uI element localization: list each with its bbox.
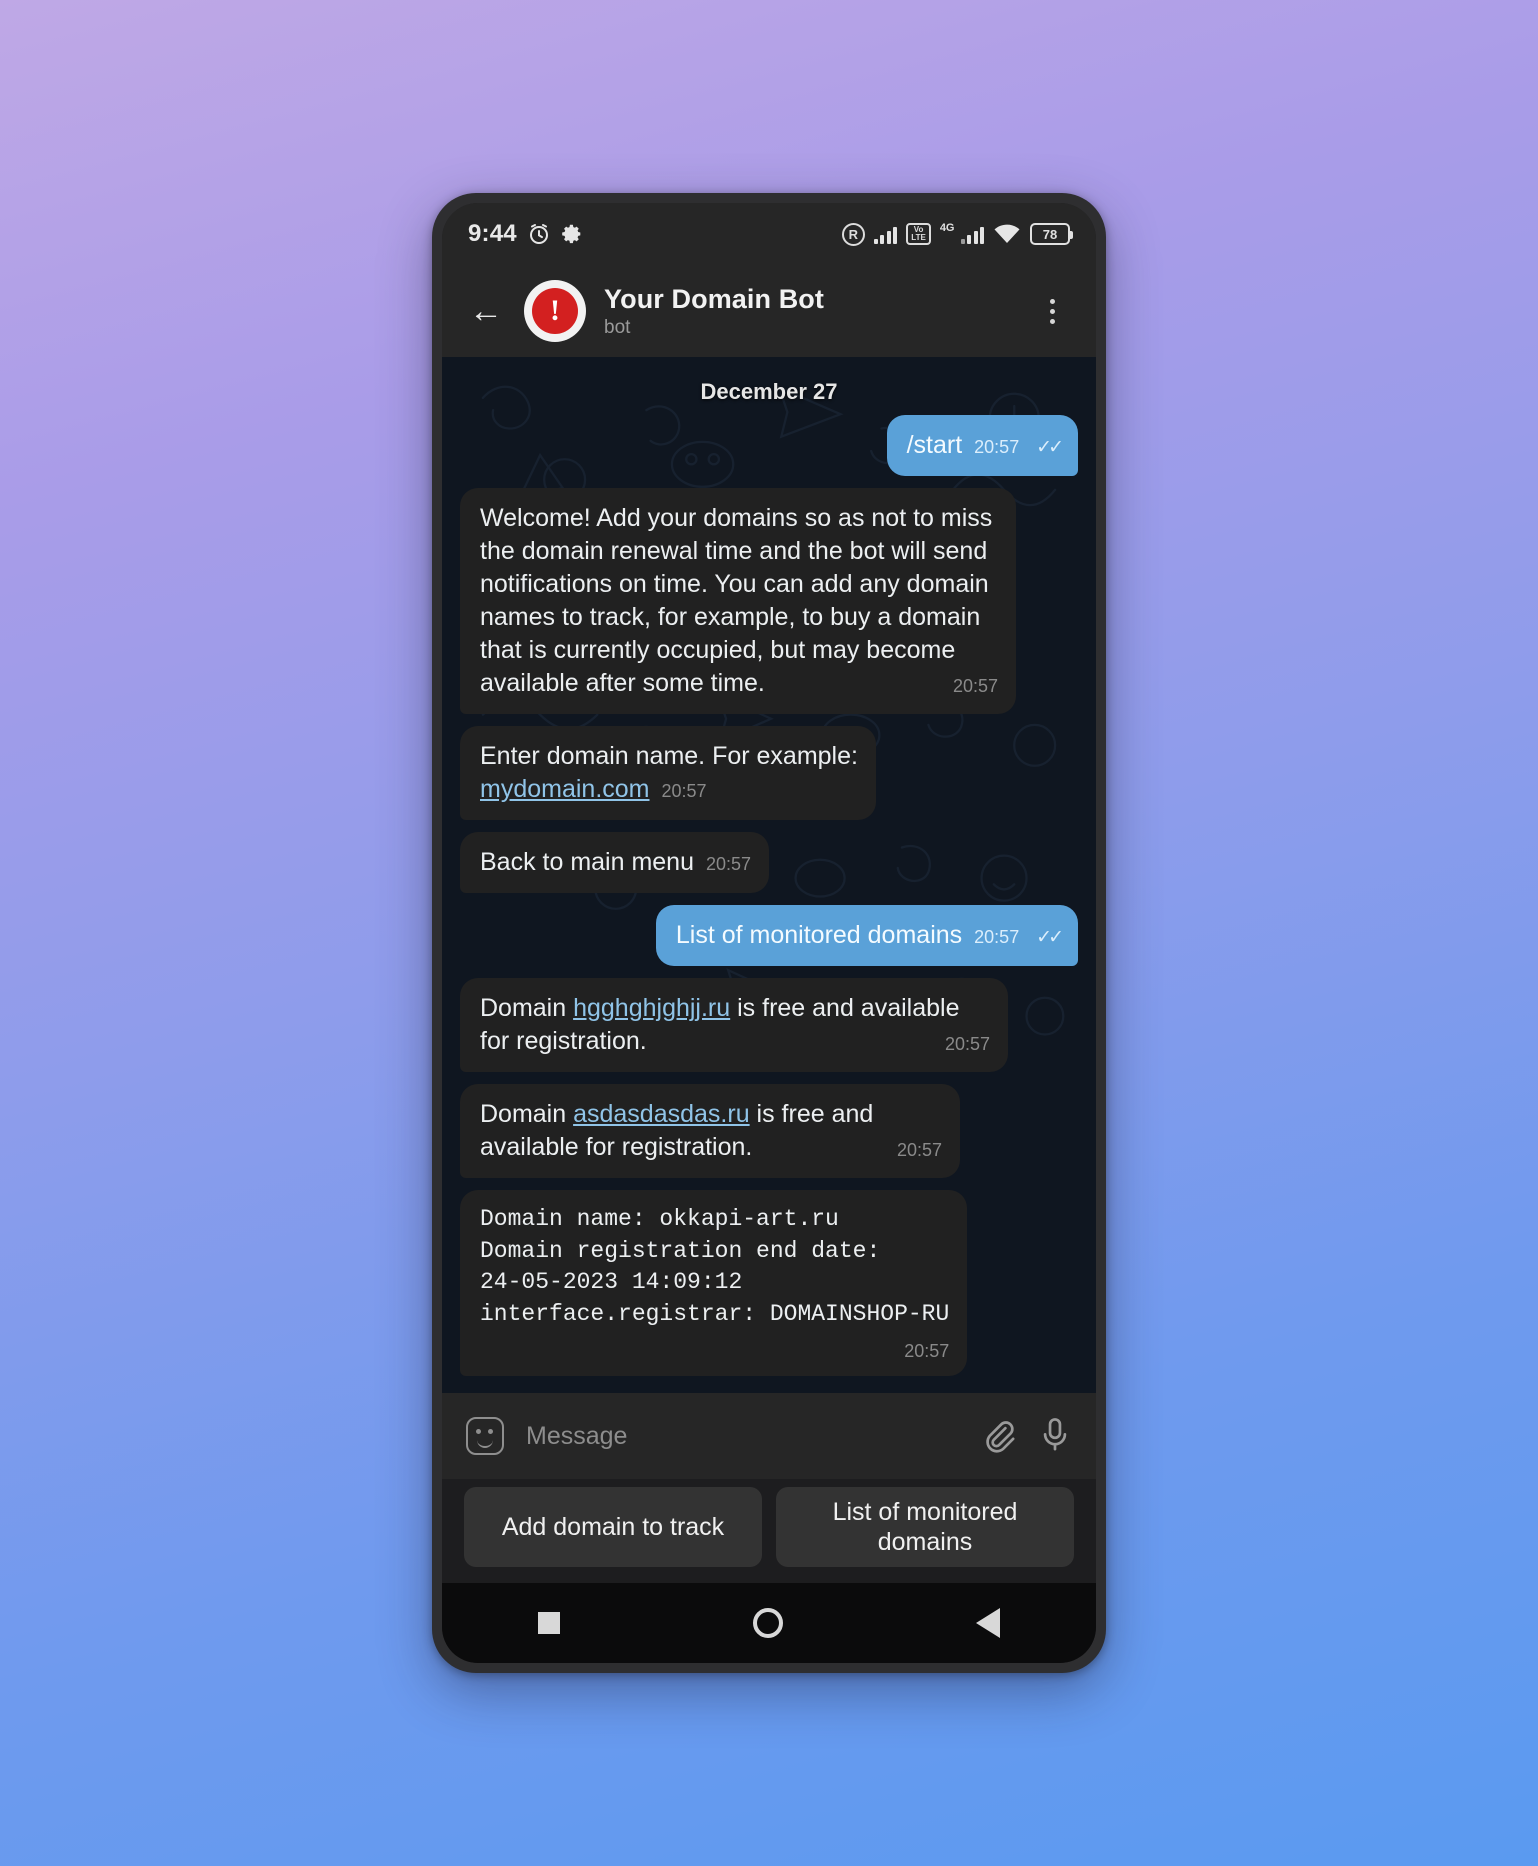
message-text: /start — [906, 431, 963, 459]
battery-icon: 78 — [1030, 223, 1073, 245]
message-row: Domain hgghghjghjj.ru is free and availa… — [460, 978, 1078, 1072]
message-row: Welcome! Add your domains so as not to m… — [460, 488, 1078, 714]
mono-line: Domain name: okkapi-art.ru — [480, 1206, 839, 1232]
message-input[interactable]: Message — [526, 1422, 960, 1451]
message-bubble-list-request[interactable]: List of monitored domains 20:57 ✓✓ — [655, 905, 1078, 966]
mono-line: 24-05-2023 14:09:12 — [480, 1269, 743, 1296]
message-row: /start 20:57 ✓✓ — [460, 415, 1078, 476]
list-domains-button[interactable]: List of monitored domains — [776, 1487, 1074, 1567]
message-bubble-domain-1[interactable]: Domain hgghghjghjj.ru is free and availa… — [460, 978, 1008, 1072]
gear-icon — [561, 222, 585, 246]
page-title: Your Domain Bot — [604, 283, 824, 314]
domain-link[interactable]: hgghghjghjj.ru — [573, 994, 730, 1022]
read-ticks-icon: ✓✓ — [1036, 437, 1064, 458]
message-text: Welcome! Add your domains so as not to m… — [480, 504, 993, 697]
message-time: 20:57 — [896, 1140, 942, 1160]
message-prefix: Domain — [480, 994, 574, 1022]
add-domain-button[interactable]: Add domain to track — [464, 1487, 762, 1567]
domain-link[interactable]: mydomain.com — [480, 775, 650, 803]
status-bar: 9:44 R Vo LTE 4G 78 — [442, 203, 1096, 265]
reply-keyboard: Add domain to track List of monitored do… — [442, 1479, 1096, 1583]
mono-line: interface.registrar: DOMAINSHOP-RU — [480, 1301, 950, 1328]
signal-bars-2-icon — [960, 225, 984, 244]
message-text: Enter domain name. For example: — [480, 742, 858, 770]
overflow-menu-icon[interactable] — [1032, 287, 1072, 335]
message-composer: Message — [442, 1393, 1096, 1479]
roaming-icon: R — [841, 222, 865, 246]
chat-scroll-area[interactable]: December 27 /start 20:57 ✓✓ Welcome! Add … — [442, 357, 1096, 1393]
avatar-core: ! — [532, 288, 578, 334]
microphone-icon[interactable] — [1038, 1416, 1072, 1456]
status-bar-left: 9:44 — [468, 220, 585, 248]
back-arrow-icon[interactable]: ← — [466, 291, 506, 331]
message-time: 20:57 — [974, 437, 1020, 457]
wifi-icon — [993, 223, 1021, 245]
status-bar-right: R Vo LTE 4G 78 — [841, 222, 1073, 246]
avatar-letter: ! — [550, 294, 560, 327]
message-text: List of monitored domains — [675, 921, 963, 949]
message-prefix: Domain — [480, 1100, 574, 1128]
message-row: Back to main menu 20:57 — [460, 832, 1078, 893]
paperclip-icon[interactable] — [982, 1419, 1016, 1453]
avatar[interactable]: ! — [524, 280, 586, 342]
message-list: /start 20:57 ✓✓ Welcome! Add your domains… — [442, 415, 1096, 1393]
chat-header: ← ! Your Domain Bot bot — [442, 265, 1096, 357]
message-row: Enter domain name. For example: mydomain… — [460, 726, 1078, 820]
message-row: Domain asdasdasdas.ru is free and availa… — [460, 1084, 1078, 1178]
android-nav-bar — [442, 1583, 1096, 1663]
chat-title-group[interactable]: Your Domain Bot bot — [604, 284, 824, 339]
message-bubble-welcome[interactable]: Welcome! Add your domains so as not to m… — [460, 488, 1016, 714]
message-bubble-start[interactable]: /start 20:57 ✓✓ — [886, 415, 1078, 476]
sticker-smiley-icon[interactable] — [466, 1417, 504, 1455]
message-time: 20:57 — [904, 1340, 950, 1361]
message-text: Back to main menu — [480, 848, 694, 876]
triangle-back-icon[interactable] — [975, 1608, 1000, 1638]
mono-line: Domain registration end date: — [480, 1237, 881, 1264]
message-row: List of monitored domains 20:57 ✓✓ — [460, 905, 1078, 966]
circle-home-icon[interactable] — [752, 1608, 783, 1638]
message-bubble-domain-info[interactable]: Domain name: okkapi-art.ru Domain regist… — [460, 1190, 968, 1376]
message-time: 20:57 — [661, 781, 707, 801]
phone-frame: 9:44 R Vo LTE 4G 78 ← ! Your Domain Bot … — [432, 193, 1106, 1673]
message-time: 20:57 — [706, 854, 752, 874]
message-bubble-enter-domain[interactable]: Enter domain name. For example: mydomain… — [460, 726, 876, 820]
4g-label: 4G — [939, 222, 955, 234]
domain-link[interactable]: asdasdasdas.ru — [573, 1100, 750, 1128]
signal-bars-icon — [873, 225, 898, 244]
message-time: 20:57 — [974, 927, 1020, 947]
read-ticks-icon: ✓✓ — [1036, 927, 1064, 948]
message-time: 20:57 — [952, 676, 998, 696]
square-recents-icon[interactable] — [538, 1612, 561, 1634]
message-bubble-back-menu[interactable]: Back to main menu 20:57 — [460, 832, 770, 893]
volte-icon: Vo LTE — [906, 223, 931, 245]
chat-subtitle: bot — [604, 316, 631, 338]
status-clock: 9:44 — [468, 220, 517, 247]
date-divider: December 27 — [700, 379, 838, 404]
phone-screen: 9:44 R Vo LTE 4G 78 ← ! Your Domain Bot … — [442, 203, 1096, 1663]
message-bubble-domain-2[interactable]: Domain asdasdasdas.ru is free and availa… — [460, 1084, 960, 1178]
message-row: Domain name: okkapi-art.ru Domain regist… — [460, 1190, 1078, 1376]
alarm-icon — [527, 222, 551, 246]
message-time: 20:57 — [944, 1034, 990, 1054]
